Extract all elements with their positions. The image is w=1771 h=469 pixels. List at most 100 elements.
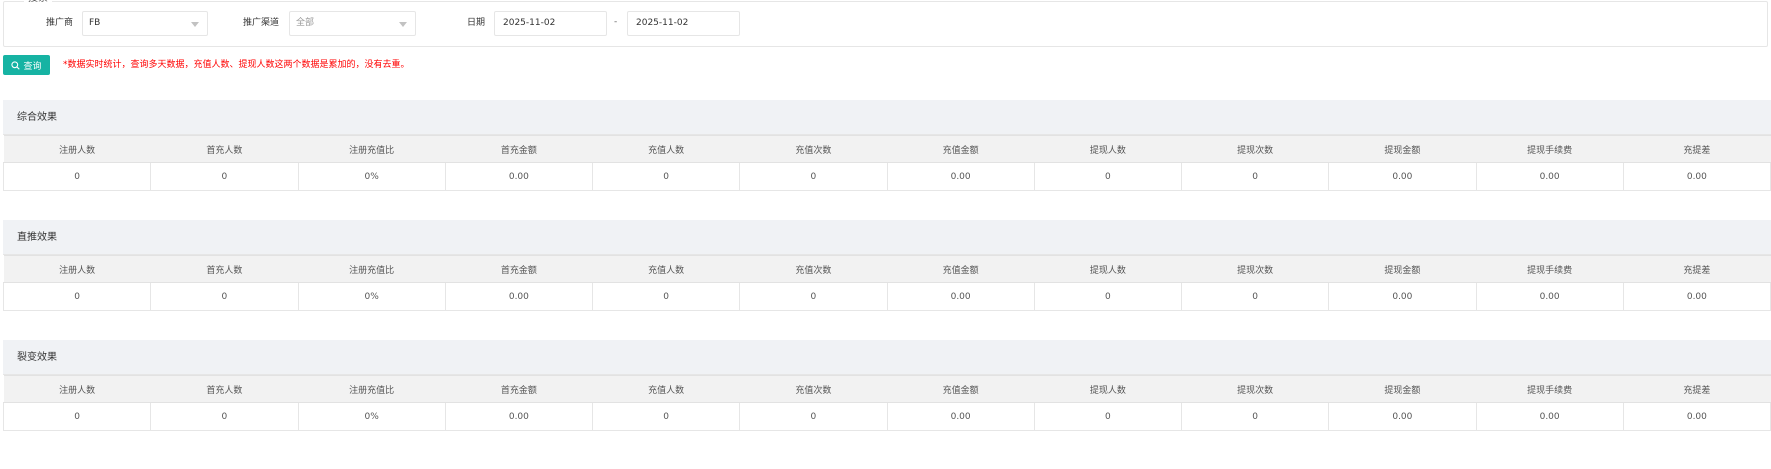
panel-title: 裂变效果 bbox=[3, 340, 1771, 375]
panel-direct: 直推效果 注册人数 首充人数 注册充值比 首充金额 充值人数 充值次数 充值金额 提现人数 提现… bbox=[2, 220, 1771, 311]
column-header: 注册人数 bbox=[3, 135, 151, 163]
column-header: 充值次数 bbox=[739, 375, 887, 403]
column-header: 充值次数 bbox=[739, 135, 887, 163]
table-cell: 0 bbox=[1180, 282, 1330, 311]
notice-text: *数据实时统计，查询多天数据，充值人数、提现人数这两个数据是累加的，没有去重。 bbox=[63, 60, 410, 70]
table-cell: 0.00 bbox=[886, 402, 1035, 431]
panel-fission: 裂变效果 注册人数 首充人数 注册充值比 首充金额 充值人数 充值次数 充值金额 提现人数 提现… bbox=[2, 340, 1771, 431]
column-header: 首充金额 bbox=[445, 375, 593, 403]
column-header: 充值人数 bbox=[592, 255, 740, 283]
column-header: 首充金额 bbox=[445, 135, 593, 163]
column-header: 注册充值比 bbox=[298, 255, 446, 283]
table-row: 0 0 0% 0.00 0 0 0.00 0 0 0.00 0.00 0.00 bbox=[2, 402, 1771, 431]
table-cell: 0.00 bbox=[1328, 402, 1477, 431]
table-row: 0 0 0% 0.00 0 0 0.00 0 0 0.00 0.00 0.00 bbox=[2, 282, 1771, 311]
table-cell: 0 bbox=[2, 402, 152, 431]
chevron-down-icon bbox=[399, 22, 407, 27]
date-label: 日期 bbox=[467, 18, 486, 28]
table-cell: 0 bbox=[591, 162, 741, 191]
table-cell: 0 bbox=[591, 282, 741, 311]
column-header: 提现次数 bbox=[1181, 135, 1329, 163]
query-button[interactable]: 查询 bbox=[3, 55, 50, 75]
table-cell: 0.00 bbox=[1475, 282, 1624, 311]
column-header: 提现手续费 bbox=[1476, 135, 1624, 163]
table-cell: 0 bbox=[739, 402, 888, 431]
column-header: 充值金额 bbox=[887, 375, 1035, 403]
table-cell: 0.00 bbox=[886, 282, 1035, 311]
promoter-label: 推广商 bbox=[46, 18, 74, 28]
column-header: 充值金额 bbox=[887, 255, 1035, 283]
table-cell: 0 bbox=[1033, 402, 1183, 431]
column-header: 提现金额 bbox=[1328, 135, 1476, 163]
table-cell: 0 bbox=[1033, 162, 1183, 191]
promoter-select[interactable]: FB bbox=[82, 11, 208, 36]
stats-table: 注册人数 首充人数 注册充值比 首充金额 充值人数 充值次数 充值金额 提现人数 提现次数 提现金… bbox=[2, 375, 1771, 431]
column-header: 充提差 bbox=[1623, 255, 1771, 283]
table-cell: 0 bbox=[1180, 162, 1330, 191]
table-cell: 0 bbox=[1180, 402, 1330, 431]
column-header: 充值人数 bbox=[592, 375, 740, 403]
table-cell: 0% bbox=[297, 402, 446, 431]
column-header: 充值次数 bbox=[739, 255, 887, 283]
query-button-label: 查询 bbox=[23, 61, 42, 72]
column-header: 充提差 bbox=[1623, 375, 1771, 403]
table-header-row: 注册人数 首充人数 注册充值比 首充金额 充值人数 充值次数 充值金额 提现人数 提现次数 提现金… bbox=[3, 375, 1771, 403]
stats-table: 注册人数 首充人数 注册充值比 首充金额 充值人数 充值次数 充值金额 提现人数 提现次数 提现金… bbox=[2, 135, 1771, 191]
column-header: 提现金额 bbox=[1328, 255, 1476, 283]
table-cell: 0.00 bbox=[1475, 402, 1624, 431]
table-cell: 0.00 bbox=[444, 282, 594, 311]
table-cell: 0 bbox=[591, 402, 741, 431]
table-row: 0 0 0% 0.00 0 0 0.00 0 0 0.00 0.00 0.00 bbox=[2, 162, 1771, 191]
table-header-row: 注册人数 首充人数 注册充值比 首充金额 充值人数 充值次数 充值金额 提现人数 提现次数 提现金… bbox=[3, 135, 1771, 163]
column-header: 首充人数 bbox=[150, 135, 298, 163]
panel-title: 直推效果 bbox=[3, 220, 1771, 255]
date-start-input[interactable]: 2025-11-02 bbox=[494, 11, 607, 36]
column-header: 提现手续费 bbox=[1476, 375, 1624, 403]
table-cell: 0% bbox=[297, 162, 446, 191]
table-cell: 0 bbox=[739, 162, 888, 191]
stats-table: 注册人数 首充人数 注册充值比 首充金额 充值人数 充值次数 充值金额 提现人数 提现次数 提现金… bbox=[2, 255, 1771, 311]
table-cell: 0 bbox=[150, 402, 299, 431]
table-cell: 0.00 bbox=[444, 162, 594, 191]
table-cell: 0 bbox=[1033, 282, 1183, 311]
table-cell: 0.00 bbox=[1328, 162, 1477, 191]
column-header: 提现次数 bbox=[1181, 375, 1329, 403]
panel-title: 综合效果 bbox=[3, 100, 1771, 135]
column-header: 首充金额 bbox=[445, 255, 593, 283]
column-header: 提现人数 bbox=[1034, 255, 1182, 283]
column-header: 注册人数 bbox=[3, 255, 151, 283]
table-cell: 0% bbox=[297, 282, 446, 311]
table-cell: 0.00 bbox=[444, 402, 594, 431]
column-header: 提现人数 bbox=[1034, 375, 1182, 403]
channel-select[interactable]: 全部 bbox=[289, 11, 416, 36]
table-cell: 0 bbox=[150, 162, 299, 191]
search-legend: 搜索 bbox=[24, 0, 52, 3]
column-header: 提现金额 bbox=[1328, 375, 1476, 403]
column-header: 注册充值比 bbox=[298, 135, 446, 163]
channel-label: 推广渠道 bbox=[243, 18, 280, 28]
table-cell: 0.00 bbox=[1328, 282, 1477, 311]
chevron-down-icon bbox=[191, 22, 199, 27]
column-header: 充提差 bbox=[1623, 135, 1771, 163]
promoter-select-value: FB bbox=[89, 18, 101, 28]
table-cell: 0 bbox=[2, 162, 152, 191]
table-cell: 0.00 bbox=[1622, 282, 1771, 311]
date-end-input[interactable]: 2025-11-02 bbox=[627, 11, 740, 36]
table-cell: 0 bbox=[150, 282, 299, 311]
column-header: 提现次数 bbox=[1181, 255, 1329, 283]
column-header: 注册充值比 bbox=[298, 375, 446, 403]
column-header: 充值金额 bbox=[887, 135, 1035, 163]
search-icon bbox=[11, 60, 21, 70]
panel-overall: 综合效果 注册人数 首充人数 注册充值比 首充金额 充值人数 充值次数 充值金额 提现人数 提现… bbox=[2, 100, 1771, 191]
column-header: 注册人数 bbox=[3, 375, 151, 403]
column-header: 充值人数 bbox=[592, 135, 740, 163]
table-cell: 0 bbox=[2, 282, 152, 311]
table-cell: 0.00 bbox=[886, 162, 1035, 191]
table-header-row: 注册人数 首充人数 注册充值比 首充金额 充值人数 充值次数 充值金额 提现人数 提现次数 提现金… bbox=[3, 255, 1771, 283]
column-header: 首充人数 bbox=[150, 375, 298, 403]
table-cell: 0.00 bbox=[1475, 162, 1624, 191]
column-header: 提现手续费 bbox=[1476, 255, 1624, 283]
date-separator: - bbox=[614, 17, 618, 27]
table-cell: 0.00 bbox=[1622, 162, 1771, 191]
column-header: 提现人数 bbox=[1034, 135, 1182, 163]
